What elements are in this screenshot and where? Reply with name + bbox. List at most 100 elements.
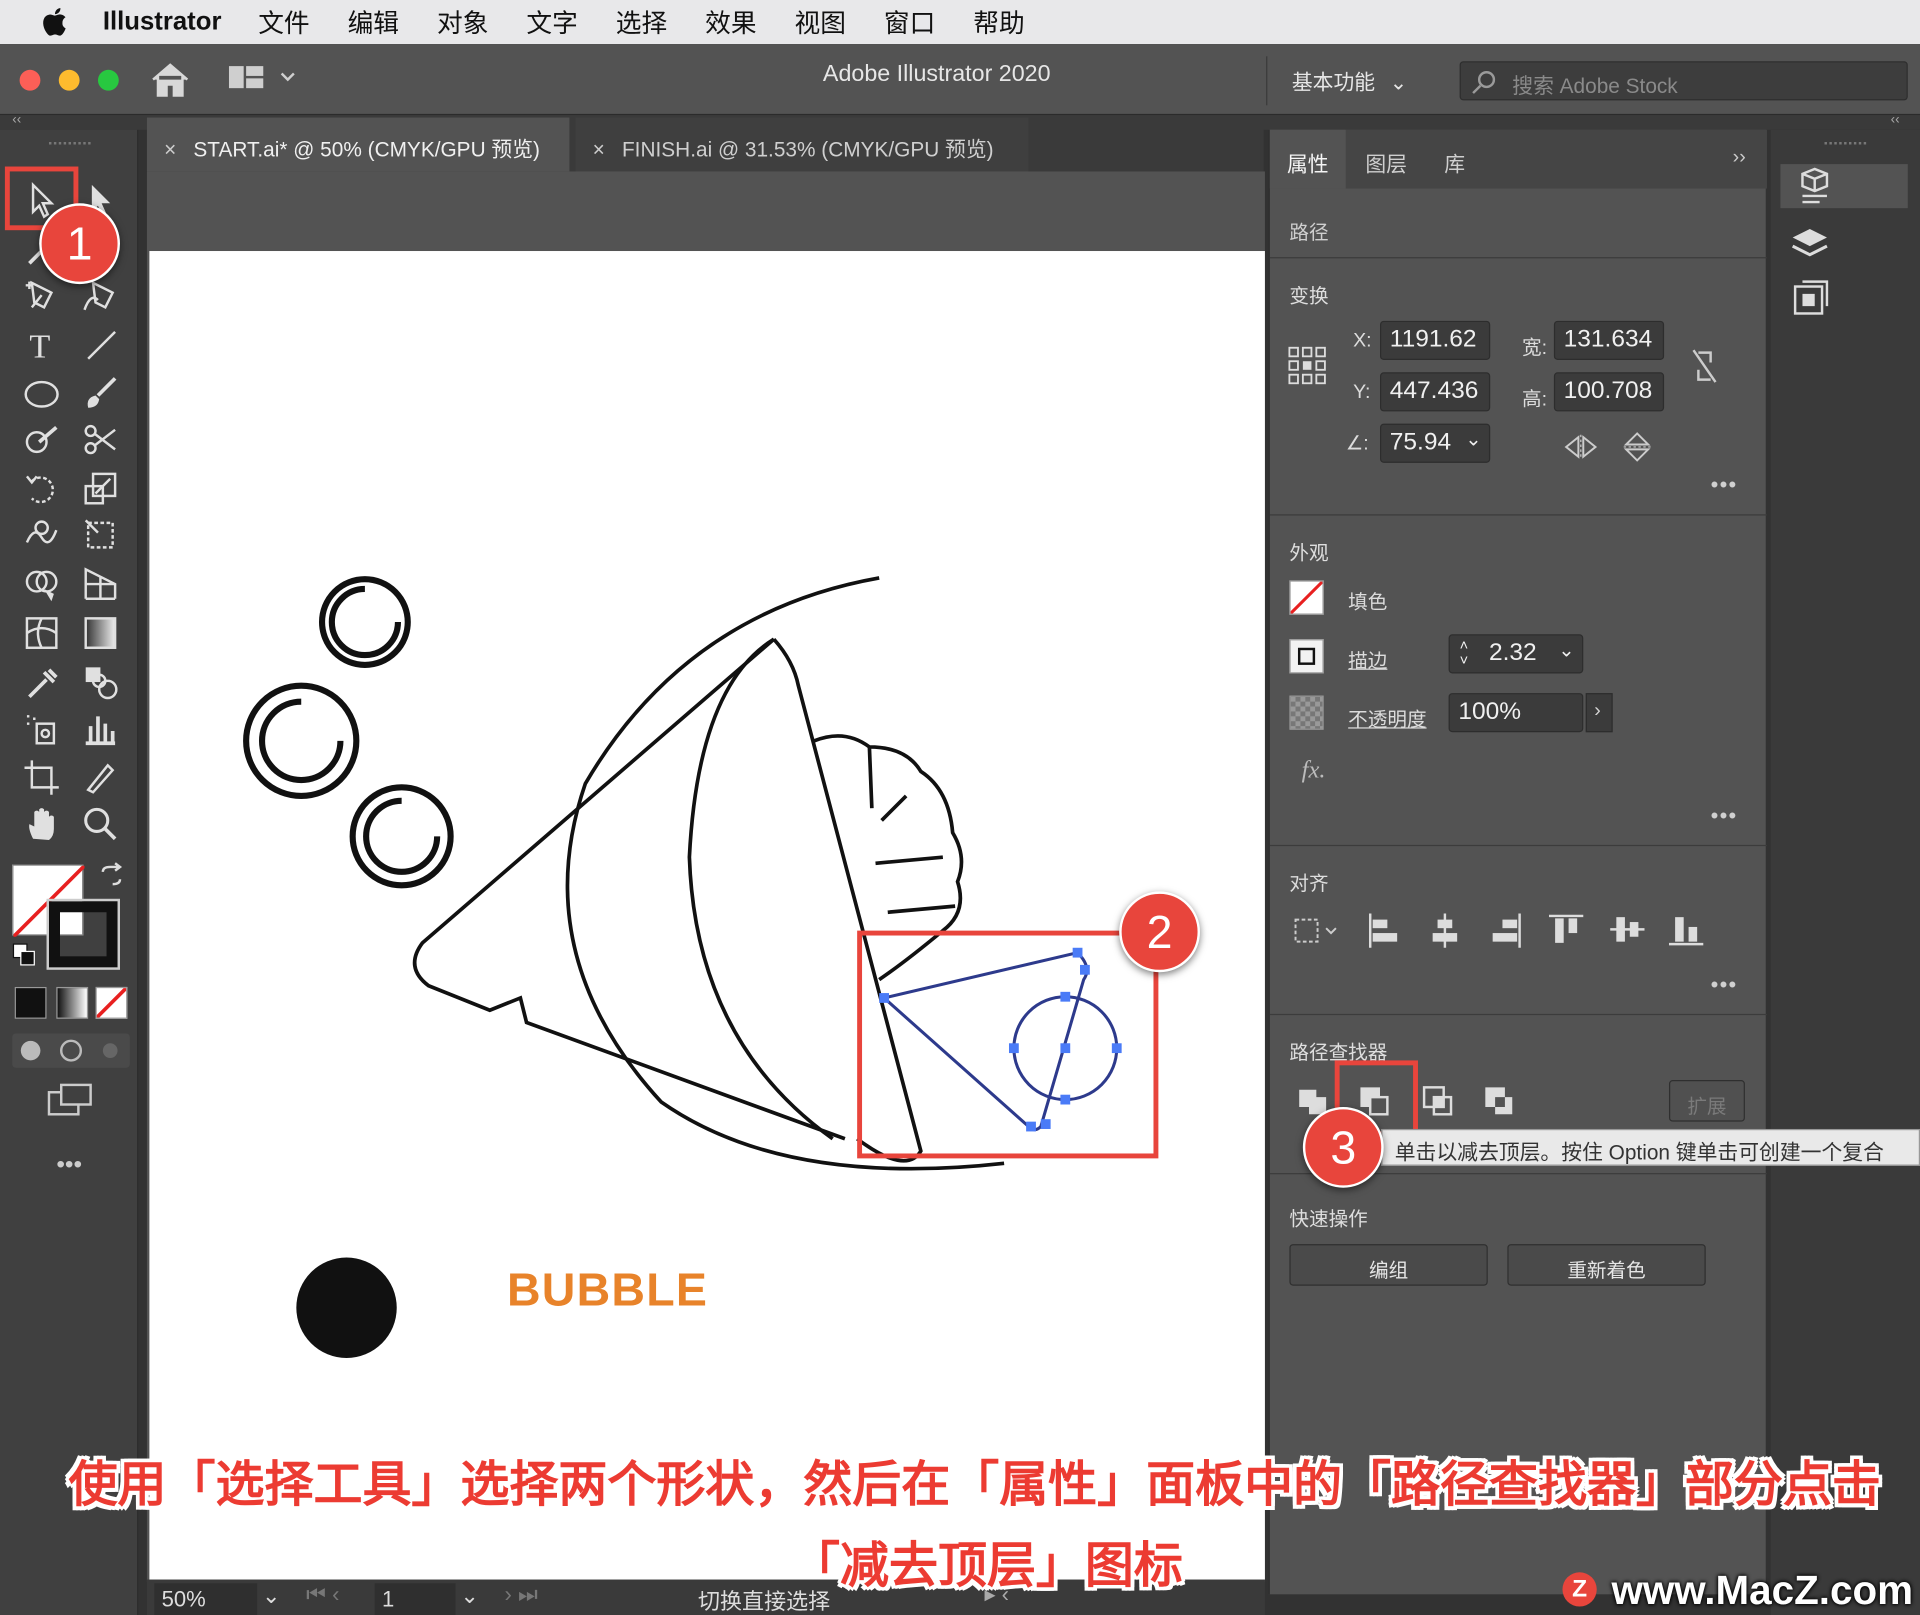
apple-icon[interactable]	[42, 6, 79, 38]
next-artboard-icon[interactable]: › ⏭	[504, 1582, 537, 1608]
tab-properties[interactable]: 属性	[1269, 129, 1346, 189]
menu-type[interactable]: 文字	[526, 4, 577, 41]
recolor-button[interactable]: 重新着色	[1507, 1244, 1706, 1286]
panel-expand-button[interactable]: ››	[1733, 147, 1746, 169]
menu-help[interactable]: 帮助	[973, 4, 1024, 41]
collapse-left-button[interactable]: ‹‹	[12, 113, 21, 128]
align-to-selection-icon[interactable]	[1292, 913, 1343, 956]
constrain-proportions-icon[interactable]	[1689, 348, 1721, 391]
reference-point-icon[interactable]	[1287, 345, 1329, 393]
artwork-canvas[interactable]	[149, 251, 1265, 1580]
fx-button[interactable]: fx.	[1302, 757, 1326, 785]
rotate-tool[interactable]	[20, 468, 64, 510]
shaper-tool[interactable]	[20, 419, 64, 461]
type-tool[interactable]: T	[20, 323, 64, 365]
menu-effect[interactable]: 效果	[705, 4, 756, 41]
eyedropper-tool[interactable]	[20, 661, 64, 703]
first-artboard-icon[interactable]: ⏮ ‹	[306, 1582, 339, 1608]
artboard-number-field[interactable]: 1	[374, 1583, 456, 1615]
blend-tool[interactable]	[78, 661, 122, 703]
stepper-icon[interactable]: ˄ ˅	[1460, 638, 1469, 667]
gradient-mode-button[interactable]	[56, 986, 89, 1019]
screen-mode-icon[interactable]	[47, 1082, 96, 1125]
menu-select[interactable]: 选择	[616, 4, 667, 41]
mesh-tool[interactable]	[20, 612, 64, 654]
hand-tool[interactable]	[20, 803, 64, 845]
height-field[interactable]: 100.708	[1553, 372, 1665, 412]
zoom-field[interactable]: 50%	[154, 1583, 258, 1615]
artboard-tool[interactable]	[20, 757, 64, 799]
warp-tool[interactable]	[20, 514, 64, 556]
stroke-swatch[interactable]	[46, 898, 121, 970]
fill-color-swatch[interactable]	[1289, 580, 1324, 615]
scale-tool[interactable]	[78, 468, 122, 510]
width-field[interactable]: 131.634	[1553, 320, 1665, 361]
tab-layers[interactable]: 图层	[1348, 130, 1424, 189]
column-graph-tool[interactable]	[78, 708, 122, 750]
stroke-weight-field[interactable]: 2.32 ⌄ ˄ ˅	[1448, 634, 1584, 674]
minimize-window-button[interactable]	[58, 69, 80, 91]
tab-finish-document[interactable]: × FINISH.ai @ 31.53% (CMYK/GPU 预览)	[575, 117, 1029, 172]
zoom-dropdown-icon[interactable]: ⌄	[262, 1583, 280, 1609]
ellipse-tool[interactable]	[20, 372, 64, 414]
scissors-tool[interactable]	[78, 419, 122, 461]
appearance-more-button[interactable]: •••	[1711, 803, 1738, 829]
group-button[interactable]: 编组	[1289, 1244, 1488, 1286]
chevron-down-icon[interactable]: ⌄	[1465, 427, 1481, 451]
menu-object[interactable]: 对象	[437, 4, 488, 41]
libraries-icon[interactable]	[1790, 279, 1829, 324]
align-horizontal-center-icon[interactable]	[1427, 911, 1464, 956]
stroke-label[interactable]: 描边	[1348, 644, 1387, 673]
arrange-documents-icon[interactable]	[228, 64, 304, 100]
zoom-window-button[interactable]	[97, 69, 119, 91]
bubble-text[interactable]: BUBBLE	[507, 1265, 708, 1318]
default-fill-stroke-icon[interactable]	[12, 943, 36, 974]
flip-vertical-icon[interactable]	[1622, 431, 1651, 469]
flip-horizontal-icon[interactable]	[1564, 433, 1598, 466]
app-menu[interactable]: Illustrator	[103, 7, 222, 36]
exclude-icon[interactable]	[1483, 1085, 1517, 1125]
pathfinder-expand-button[interactable]: 扩展	[1668, 1080, 1745, 1122]
align-bottom-icon[interactable]	[1667, 911, 1706, 954]
color-mode-button[interactable]	[14, 986, 47, 1019]
close-tab-icon[interactable]: ×	[164, 138, 176, 161]
transform-more-button[interactable]: •••	[1711, 473, 1738, 499]
perspective-grid-tool[interactable]	[78, 563, 122, 605]
tab-start-document[interactable]: × START.ai* @ 50% (CMYK/GPU 预览)	[146, 117, 570, 172]
align-right-icon[interactable]	[1488, 911, 1525, 956]
artboard-dropdown-icon[interactable]: ⌄	[460, 1583, 478, 1609]
symbol-sprayer-tool[interactable]	[20, 708, 64, 750]
stock-search-input[interactable]: 搜索 Adobe Stock	[1459, 61, 1908, 101]
menu-file[interactable]: 文件	[258, 4, 309, 41]
intersect-icon[interactable]	[1422, 1085, 1456, 1125]
shape-builder-tool[interactable]	[20, 563, 64, 605]
opacity-label[interactable]: 不透明度	[1348, 703, 1426, 732]
none-mode-button[interactable]	[95, 986, 128, 1019]
align-vertical-center-icon[interactable]	[1608, 911, 1647, 954]
align-left-icon[interactable]	[1365, 911, 1402, 956]
edit-toolbar-button[interactable]: •••	[56, 1151, 82, 1179]
close-tab-icon[interactable]: ×	[593, 138, 605, 161]
layers-icon[interactable]	[1788, 223, 1832, 271]
chevron-right-icon[interactable]: ›	[1585, 693, 1613, 733]
opacity-field[interactable]: 100%	[1448, 693, 1584, 733]
align-top-icon[interactable]	[1547, 911, 1586, 954]
menu-edit[interactable]: 编辑	[348, 4, 399, 41]
angle-field[interactable]: 75.94 ⌄	[1380, 423, 1491, 463]
artboard[interactable]: BUBBLE	[149, 251, 1265, 1580]
zoom-tool[interactable]	[78, 803, 122, 845]
free-transform-tool[interactable]	[78, 514, 122, 556]
swap-fill-stroke-icon[interactable]	[98, 862, 125, 895]
menu-view[interactable]: 视图	[795, 4, 846, 41]
workspace-switcher[interactable]: 基本功能 ⌄	[1292, 65, 1407, 96]
close-window-button[interactable]	[19, 69, 41, 91]
tab-libraries[interactable]: 库	[1427, 130, 1483, 189]
x-field[interactable]: 1191.62	[1380, 320, 1491, 361]
line-tool[interactable]	[78, 323, 122, 365]
pen-tool[interactable]	[20, 274, 64, 316]
properties-panel-button[interactable]	[1780, 164, 1908, 209]
home-icon[interactable]	[149, 61, 191, 104]
menu-window[interactable]: 窗口	[884, 4, 935, 41]
align-more-button[interactable]: •••	[1711, 972, 1738, 998]
slice-tool[interactable]	[78, 757, 122, 799]
